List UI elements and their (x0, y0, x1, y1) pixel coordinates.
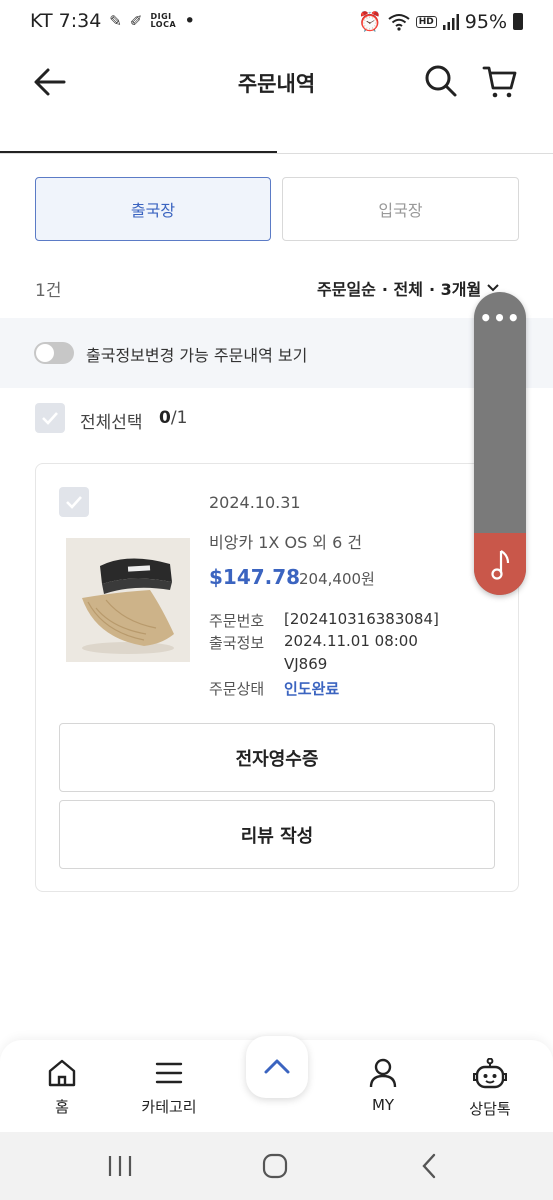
bottom-nav: 홈 카테고리 MY 상담톡 (0, 1036, 553, 1132)
recent-apps-button[interactable] (100, 1150, 140, 1182)
order-status-value: 인도완료 (284, 680, 340, 698)
more-dots-icon[interactable]: ••• (474, 306, 526, 330)
status-bar: KT 7:34 ✎ ✐ DIGI LOCA • ⏰ HD 95% (0, 0, 553, 42)
tab-arrival[interactable]: 입국장 (282, 177, 519, 241)
check-icon (66, 496, 82, 509)
hd-voice-icon: HD (415, 15, 437, 28)
back-system-button[interactable] (410, 1150, 450, 1182)
nav-home[interactable]: 홈 (17, 1058, 107, 1117)
app-header: 주문내역 (0, 42, 553, 122)
wifi-icon (388, 13, 410, 31)
sort-label: 주문일순 (317, 280, 376, 299)
search-button[interactable] (424, 64, 460, 100)
select-all-label: 전체선택 (80, 413, 143, 433)
home-icon (48, 1059, 76, 1087)
visor-hat-image (66, 538, 190, 662)
order-card: 2024.10.31 비앙카 1X OS 외 6 건 $147.78 204,4… (35, 463, 519, 892)
order-date: 2024.10.31 (209, 493, 301, 512)
departure-info-label: 출국정보 (209, 634, 265, 652)
nav-home-label: 홈 (55, 1098, 69, 1116)
nav-chat-label: 상담톡 (469, 1100, 511, 1118)
order-count: 1건 (35, 281, 62, 301)
battery-percent: 95% (464, 10, 507, 33)
nav-category-label: 카테고리 (141, 1098, 197, 1116)
signal-icon (442, 13, 459, 30)
order-number-label: 주문번호 (209, 612, 265, 630)
nav-my-label: MY (371, 1096, 395, 1114)
select-all-count: 0/1 (159, 408, 188, 428)
order-status-label: 주문상태 (209, 680, 265, 698)
notification-icon: ✎ (109, 12, 122, 30)
chatbot-icon (473, 1057, 507, 1089)
nav-my[interactable]: MY (338, 1058, 428, 1114)
departure-info-value: 2024.11.01 08:00 (284, 632, 418, 650)
price-usd: $147.78 (209, 565, 301, 589)
nav-category[interactable]: 카테고리 (124, 1058, 214, 1117)
recent-apps-icon (108, 1156, 132, 1176)
search-icon (425, 65, 457, 97)
check-icon (42, 412, 58, 425)
digi-loca-icon: DIGI LOCA (150, 12, 177, 29)
nav-chat[interactable]: 상담톡 (445, 1057, 535, 1119)
more-notifications-dot: • (184, 10, 196, 32)
back-chevron-icon (422, 1153, 436, 1179)
music-note-icon (491, 550, 510, 580)
battery-icon (513, 13, 523, 30)
changeable-orders-toggle[interactable] (34, 342, 74, 364)
system-nav-bar (0, 1132, 553, 1200)
alarm-icon: ⏰ (358, 11, 382, 33)
filter-all-label: · 전체 (381, 280, 423, 299)
home-system-button[interactable] (255, 1150, 295, 1182)
person-icon (369, 1058, 397, 1088)
tab-departure[interactable]: 출국장 (35, 177, 271, 241)
cart-icon (482, 66, 517, 98)
e-receipt-button[interactable]: 전자영수증 (59, 723, 495, 792)
sort-filter-button[interactable]: 주문일순 · 전체 · 3개월 (317, 276, 499, 300)
filter-period-label: · 3개월 (428, 280, 482, 299)
music-button[interactable] (474, 533, 526, 595)
menu-icon (155, 1062, 183, 1084)
filter-band: 출국정보변경 가능 주문내역 보기 (0, 318, 553, 388)
price-krw: 204,400원 (299, 570, 375, 588)
product-name[interactable]: 비앙카 1X OS 외 6 건 (209, 529, 362, 553)
changeable-orders-label: 출국정보변경 가능 주문내역 보기 (86, 346, 308, 365)
order-checkbox[interactable] (59, 487, 89, 517)
toggle-knob (36, 344, 54, 362)
carrier-time: KT 7:34 (30, 10, 102, 32)
chevron-up-icon (264, 1059, 290, 1074)
cart-button[interactable] (482, 64, 522, 100)
flight-number: VJ869 (284, 655, 328, 673)
scroll-top-button[interactable] (246, 1036, 308, 1098)
select-all-checkbox[interactable] (35, 403, 65, 433)
home-circle-icon (262, 1153, 288, 1179)
order-number-value: [202410316383084] (284, 610, 439, 628)
write-review-button[interactable]: 리뷰 작성 (59, 800, 495, 869)
page-title: 주문내역 (237, 72, 316, 96)
floating-media-widget[interactable]: ••• (474, 292, 526, 595)
product-thumbnail[interactable] (66, 538, 190, 662)
pencil-icon: ✐ (129, 12, 143, 30)
tab-active-indicator (0, 151, 277, 153)
order-type-tabs (0, 112, 553, 154)
